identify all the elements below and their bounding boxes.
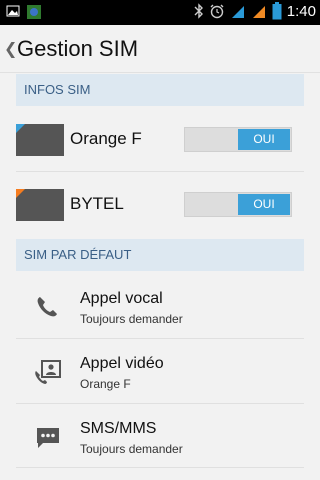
sim-card-icon <box>16 124 64 156</box>
toggle-label: OUI <box>238 129 290 150</box>
pref-title: SMS/MMS <box>80 420 157 437</box>
bluetooth-icon <box>194 3 203 19</box>
section-header-sim-par-defaut: SIM PAR DÉFAUT <box>16 239 304 271</box>
pref-subtitle: Toujours demander <box>80 312 183 326</box>
back-chevron-icon[interactable]: ❮ <box>4 39 17 59</box>
sim-name: BYTEL <box>70 194 124 213</box>
divider <box>16 171 304 172</box>
divider <box>16 467 304 468</box>
video-call-icon <box>35 360 61 384</box>
toggle-label: OUI <box>238 194 290 215</box>
pref-row-appel-video[interactable]: Appel vidéo Orange F <box>0 339 320 403</box>
message-icon <box>37 428 59 448</box>
pref-subtitle: Orange F <box>80 377 131 391</box>
page-title[interactable]: Gestion SIM <box>17 36 138 62</box>
signal-icon <box>252 6 265 18</box>
sim-color-corner <box>16 189 25 198</box>
sim-toggle-switch[interactable]: OUI <box>184 127 292 152</box>
image-icon <box>6 5 20 17</box>
status-time: 1:40 <box>286 2 316 20</box>
sim-row-orange[interactable]: Orange F OUI <box>0 108 320 170</box>
signal-icon <box>231 6 244 18</box>
sim-toggle-switch[interactable]: OUI <box>184 192 292 217</box>
action-bar: ❮ Gestion SIM <box>0 25 320 73</box>
pref-row-appel-vocal[interactable]: Appel vocal Toujours demander <box>0 274 320 338</box>
section-header-infos-sim: INFOS SIM <box>16 74 304 106</box>
sim-name: Orange F <box>70 129 142 148</box>
sim-card-icon <box>16 189 64 221</box>
app-icon <box>27 5 41 19</box>
pref-title: Appel vocal <box>80 290 163 307</box>
sim-row-bytel[interactable]: BYTEL OUI <box>0 173 320 235</box>
pref-row-sms-mms[interactable]: SMS/MMS Toujours demander <box>0 404 320 468</box>
status-bar: 1:40 <box>0 0 320 25</box>
phone-icon <box>37 297 57 317</box>
sim-color-corner <box>16 124 25 133</box>
pref-subtitle: Toujours demander <box>80 442 183 456</box>
alarm-icon <box>210 4 224 19</box>
battery-icon <box>272 2 282 20</box>
pref-title: Appel vidéo <box>80 355 164 372</box>
